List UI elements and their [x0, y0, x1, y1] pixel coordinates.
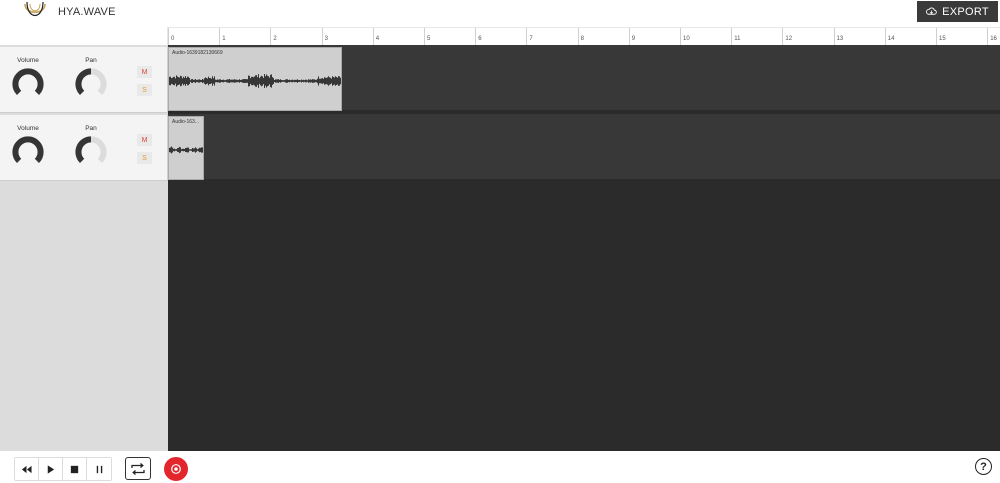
audio-clip[interactable]: Audio-163... — [168, 116, 204, 180]
clip-label: Audio-163... — [172, 119, 199, 125]
transport-bar: ? — [0, 451, 1000, 483]
stop-button[interactable] — [63, 458, 87, 480]
ruler-label: 3 — [324, 36, 328, 42]
ruler-label: 15 — [939, 36, 946, 42]
app-title: HYA.WAVE — [58, 6, 116, 18]
cloud-download-icon — [926, 7, 937, 15]
logo-icon — [24, 1, 46, 17]
pan-control: Pan — [71, 125, 111, 174]
pause-button[interactable] — [87, 458, 111, 480]
pause-icon — [96, 465, 102, 473]
ruler-tick — [372, 28, 374, 46]
play-button[interactable] — [39, 458, 63, 480]
ruler-label: 16 — [990, 36, 997, 42]
track-lane-1[interactable]: Audio-1639182130669 — [168, 45, 1000, 112]
volume-knob[interactable] — [11, 135, 45, 169]
ruler-tick — [731, 28, 733, 46]
ruler-tick — [475, 28, 477, 46]
ruler-label: 11 — [734, 36, 741, 42]
ruler-label: 10 — [683, 36, 690, 42]
ruler-label: 4 — [375, 36, 380, 42]
solo-button[interactable]: S — [137, 84, 152, 96]
ruler-label: 13 — [836, 36, 844, 42]
mute-button[interactable]: M — [137, 66, 152, 78]
volume-control: Volume — [8, 57, 48, 106]
ruler-tick — [833, 28, 835, 46]
track-controls-panel: Volume Pan M S Volume Pan M S — [0, 45, 168, 451]
pan-knob[interactable] — [74, 135, 108, 169]
ruler-label: 7 — [529, 36, 533, 42]
ruler-tick — [987, 28, 989, 46]
ruler-label: 8 — [580, 36, 584, 42]
pan-label: Pan — [85, 57, 97, 64]
loop-button[interactable] — [125, 457, 151, 480]
track-control-1: Volume Pan M S — [0, 47, 168, 113]
ruler-label: 5 — [427, 36, 431, 42]
waveform — [169, 146, 203, 154]
volume-label: Volume — [17, 57, 39, 64]
pan-control: Pan — [71, 57, 111, 106]
ruler-tick — [884, 28, 886, 46]
waveform — [169, 74, 341, 88]
timeline-ruler[interactable]: 0 1 2 3 4 5 6 7 8 9 10 11 12 13 14 15 16 — [168, 27, 1000, 46]
pan-knob[interactable] — [74, 67, 108, 101]
ruler-label: 1 — [222, 36, 226, 42]
pan-label: Pan — [85, 125, 97, 132]
header: HYA.WAVE EXPORT — [0, 0, 1000, 26]
export-label: EXPORT — [942, 5, 989, 18]
rewind-button[interactable] — [15, 458, 39, 480]
track-control-2: Volume Pan M S — [0, 115, 168, 181]
export-button[interactable]: EXPORT — [917, 1, 998, 22]
solo-button[interactable]: S — [137, 152, 152, 164]
ruler-spacer — [0, 27, 168, 45]
mute-button[interactable]: M — [137, 134, 152, 146]
loop-icon — [131, 462, 145, 475]
record-button[interactable] — [164, 457, 188, 481]
record-icon — [171, 464, 181, 474]
volume-control: Volume — [8, 125, 48, 174]
clip-label: Audio-1639182130669 — [172, 50, 223, 56]
playback-controls — [14, 457, 112, 481]
stop-icon — [70, 465, 79, 473]
rewind-icon — [21, 465, 32, 473]
ruler-tick — [936, 28, 937, 46]
ruler-tick — [628, 28, 630, 46]
ruler-tick — [577, 28, 579, 46]
audio-clip[interactable]: Audio-1639182130669 — [168, 47, 342, 111]
ruler-tick — [168, 28, 169, 46]
ruler-tick — [782, 28, 784, 46]
ruler-label: 2 — [273, 36, 277, 42]
volume-knob[interactable] — [11, 67, 45, 101]
timeline-area[interactable]: Audio-1639182130669 Audio-163... — [168, 45, 1000, 451]
ruler-tick — [424, 28, 425, 46]
ruler-tick — [680, 28, 681, 46]
daw-app: HYA.WAVE EXPORT 0 1 2 3 4 5 6 7 8 9 10 11 12 13 14 15 16… — [0, 0, 1000, 483]
track-lane-2[interactable]: Audio-163... — [168, 114, 1000, 181]
help-button[interactable]: ? — [975, 458, 992, 475]
ruler-label: 0 — [171, 36, 175, 42]
ruler-label: 6 — [478, 36, 482, 42]
ruler-label: 12 — [785, 36, 793, 42]
ruler-tick — [219, 28, 221, 46]
ruler-tick — [526, 28, 528, 46]
ruler-label: 9 — [631, 36, 636, 42]
volume-label: Volume — [17, 125, 39, 132]
ruler-tick — [321, 28, 323, 46]
ruler-label: 14 — [887, 36, 895, 42]
play-icon — [47, 464, 55, 474]
ruler-tick — [270, 28, 272, 46]
